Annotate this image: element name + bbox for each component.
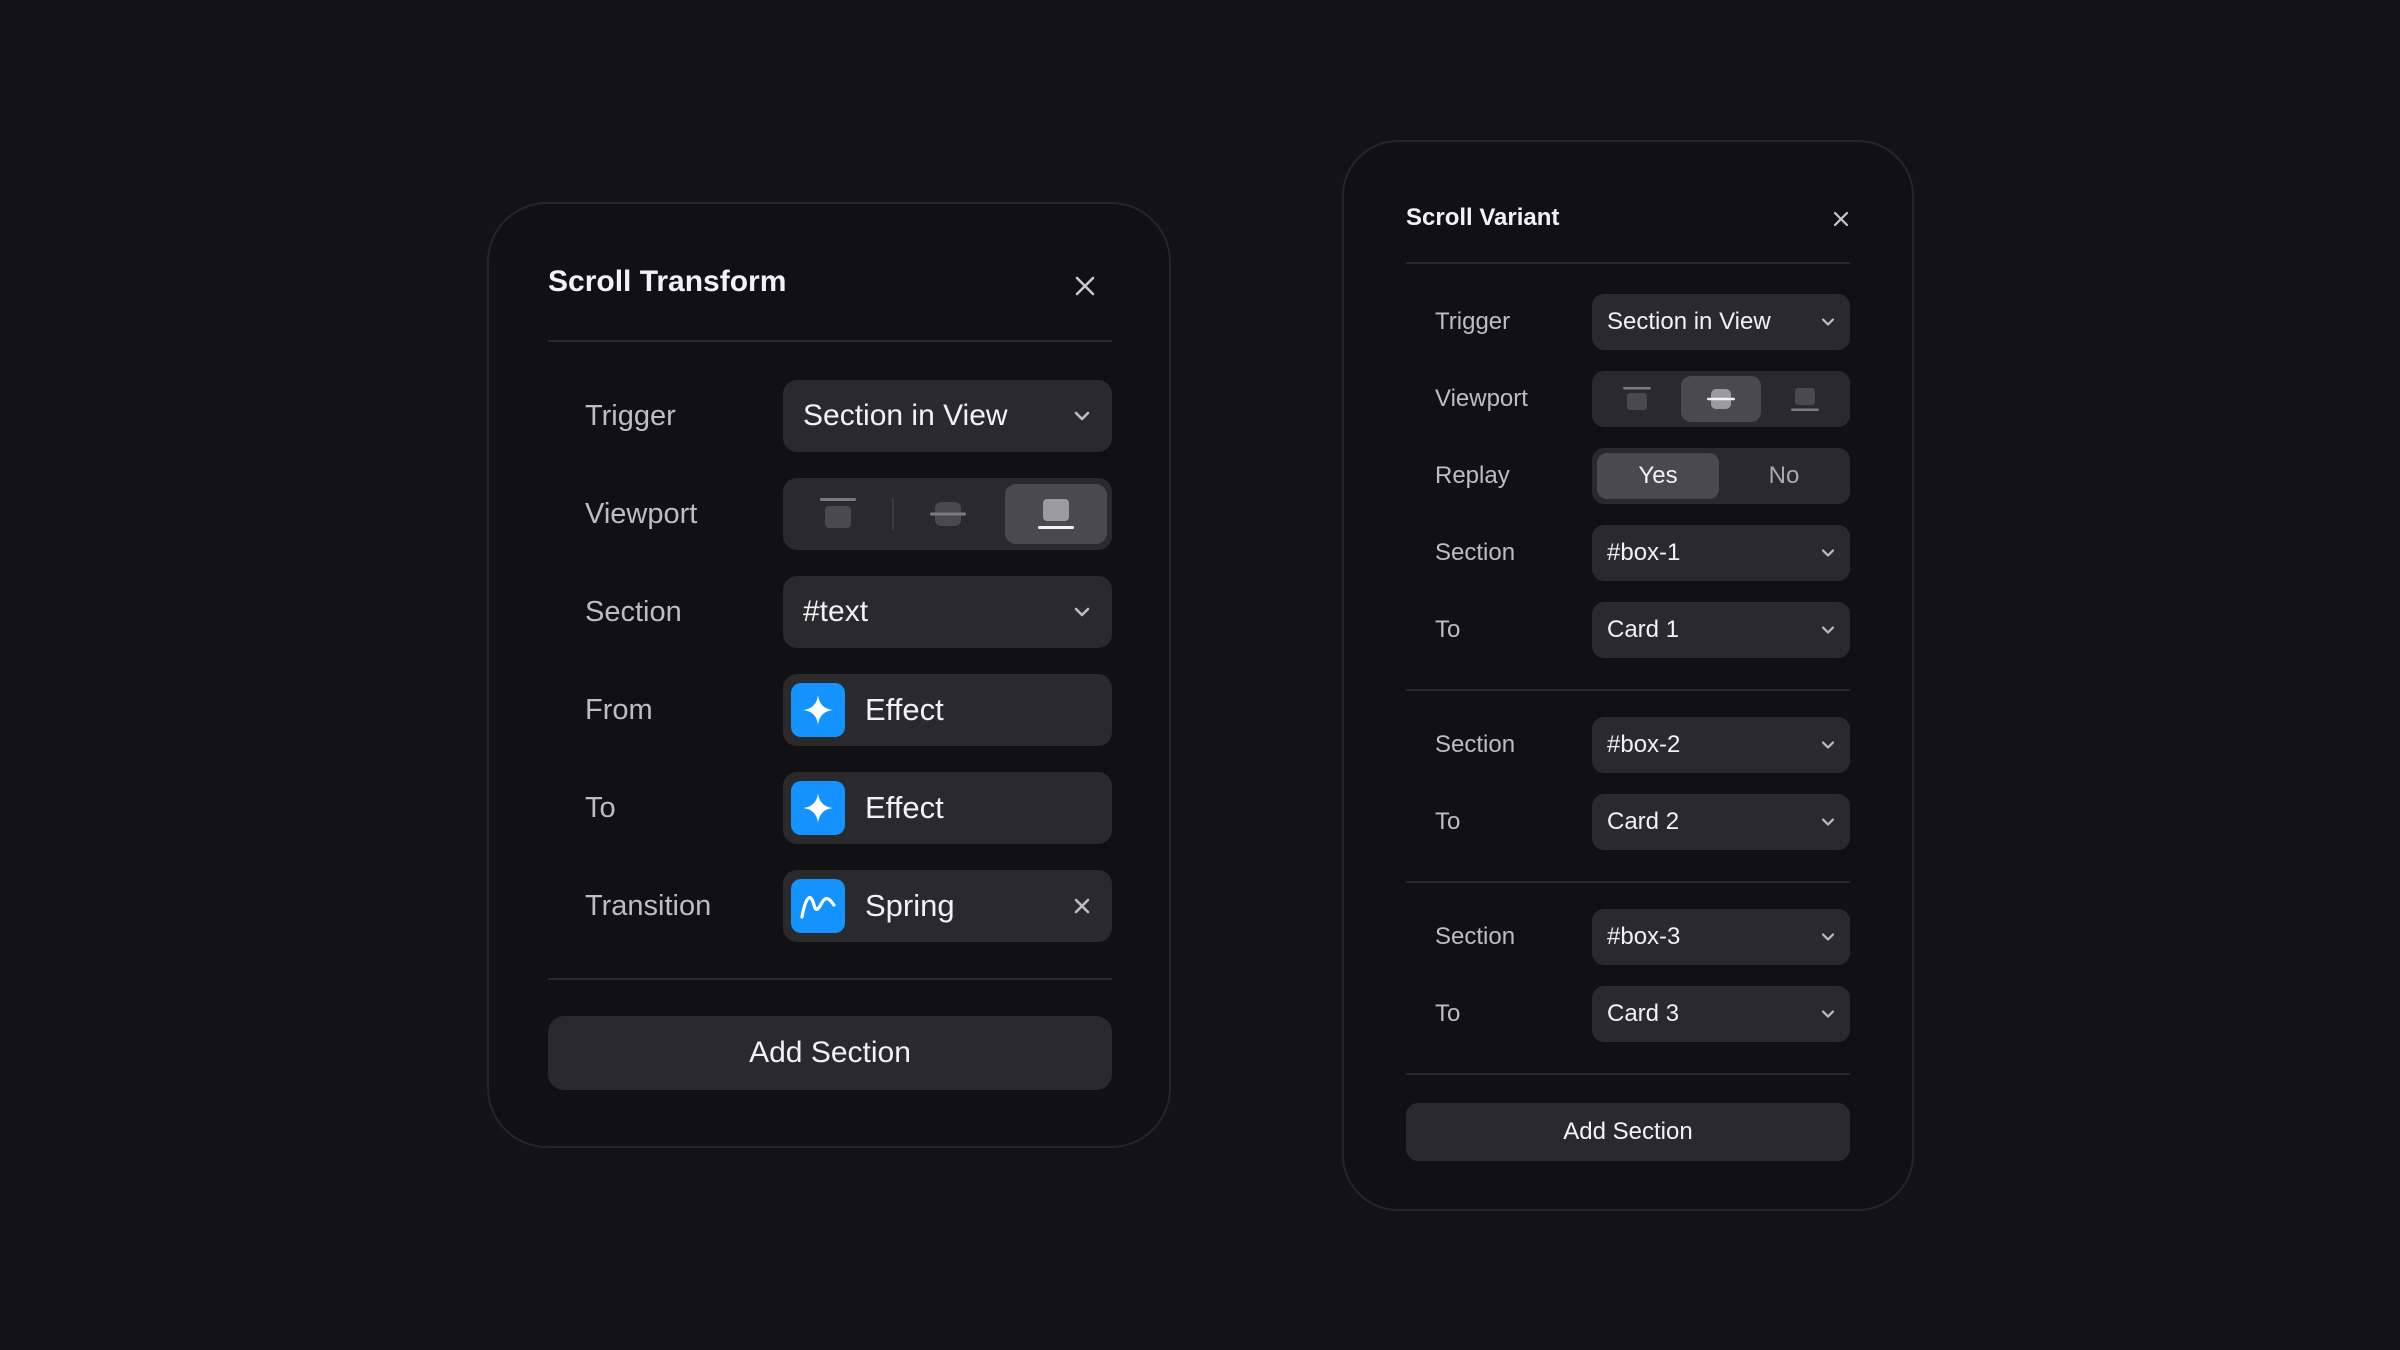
chevron-down-icon [1074, 411, 1090, 421]
from-label: From [585, 694, 653, 726]
trigger-select[interactable]: Section in View [1592, 294, 1850, 350]
divider [1406, 881, 1850, 883]
viewport-top-button[interactable] [1597, 376, 1677, 422]
sparkle-icon [803, 793, 833, 823]
section-label: Section [1435, 731, 1516, 758]
spring-curve-icon [800, 896, 836, 919]
to-effect-field[interactable]: Effect [783, 772, 1112, 844]
viewport-top-button[interactable] [787, 484, 889, 544]
chevron-down-icon [1821, 741, 1835, 749]
section-label: Section [585, 596, 682, 628]
to-value: Card 1 [1607, 616, 1680, 643]
panel-title: Scroll Variant [1406, 204, 1560, 231]
chevron-down-icon [1821, 626, 1835, 634]
viewport-segmented-control [1592, 371, 1850, 427]
to-label: To [1435, 808, 1461, 835]
section-select[interactable]: #box-2 [1592, 717, 1850, 773]
section-label: Section [1435, 923, 1516, 950]
viewport-bottom-button[interactable] [1765, 376, 1845, 422]
viewport-label: Viewport [585, 498, 698, 530]
effect-badge [791, 781, 845, 835]
close-button[interactable] [1065, 266, 1105, 306]
close-icon [1833, 211, 1849, 227]
replay-toggle: Yes No [1592, 448, 1850, 504]
transition-value: Spring [865, 888, 955, 923]
chevron-down-icon [1821, 933, 1835, 941]
close-icon [1075, 276, 1095, 296]
section-value: #box-3 [1607, 923, 1681, 950]
chevron-down-icon [1074, 607, 1090, 617]
viewport-label: Viewport [1435, 385, 1528, 412]
scroll-variant-panel: Scroll Variant Trigger Section in View V… [1342, 140, 1914, 1211]
to-select[interactable]: Card 3 [1592, 986, 1850, 1042]
viewport-top-icon [1623, 387, 1651, 410]
add-section-button[interactable]: Add Section [1406, 1103, 1850, 1161]
to-select[interactable]: Card 2 [1592, 794, 1850, 850]
replay-yes-option[interactable]: Yes [1597, 453, 1719, 499]
section-label: Section [1435, 539, 1516, 566]
trigger-label: Trigger [585, 400, 676, 432]
viewport-segmented-control [783, 478, 1112, 550]
viewport-center-button[interactable] [897, 484, 999, 544]
to-select[interactable]: Card 1 [1592, 602, 1850, 658]
chevron-down-icon [1821, 318, 1835, 326]
section-select[interactable]: #box-1 [1592, 525, 1850, 581]
to-value: Card 2 [1607, 808, 1680, 835]
transition-field[interactable]: Spring [783, 870, 1112, 942]
replay-no-option[interactable]: No [1723, 453, 1845, 499]
section-value: #box-1 [1607, 539, 1681, 566]
to-label: To [1435, 616, 1461, 643]
scroll-transform-panel: Scroll Transform Trigger Section in View… [487, 202, 1171, 1148]
divider [1406, 1073, 1850, 1075]
section-value: #text [803, 595, 869, 628]
segment-separator [892, 498, 894, 530]
trigger-value: Section in View [803, 399, 1008, 432]
chevron-down-icon [1821, 1010, 1835, 1018]
viewport-bottom-icon [1791, 388, 1819, 411]
divider [1406, 689, 1850, 691]
replay-label: Replay [1435, 462, 1510, 489]
chevron-down-icon [1821, 818, 1835, 826]
trigger-label: Trigger [1435, 308, 1511, 335]
transition-badge [791, 879, 845, 933]
remove-transition-icon[interactable] [1068, 892, 1096, 920]
divider [548, 340, 1112, 342]
viewport-center-button[interactable] [1681, 376, 1761, 422]
to-label: To [1435, 1000, 1461, 1027]
sparkle-icon [803, 695, 833, 725]
to-value: Effect [865, 790, 944, 825]
viewport-center-icon [1707, 389, 1735, 409]
viewport-bottom-button[interactable] [1005, 484, 1107, 544]
divider [548, 978, 1112, 980]
panel-title: Scroll Transform [548, 265, 787, 298]
to-value: Card 3 [1607, 1000, 1680, 1027]
trigger-value: Section in View [1607, 308, 1771, 335]
close-button[interactable] [1824, 202, 1858, 236]
from-effect-field[interactable]: Effect [783, 674, 1112, 746]
divider [1406, 262, 1850, 264]
trigger-select[interactable]: Section in View [783, 380, 1112, 452]
chevron-down-icon [1821, 549, 1835, 557]
add-section-button[interactable]: Add Section [548, 1016, 1112, 1090]
viewport-top-icon [820, 498, 856, 528]
to-label: To [585, 792, 616, 824]
viewport-center-icon [930, 502, 966, 526]
viewport-bottom-icon [1038, 499, 1074, 529]
effect-badge [791, 683, 845, 737]
from-value: Effect [865, 692, 944, 727]
section-value: #box-2 [1607, 731, 1681, 758]
section-select[interactable]: #box-3 [1592, 909, 1850, 965]
section-select[interactable]: #text [783, 576, 1112, 648]
transition-label: Transition [585, 890, 712, 922]
